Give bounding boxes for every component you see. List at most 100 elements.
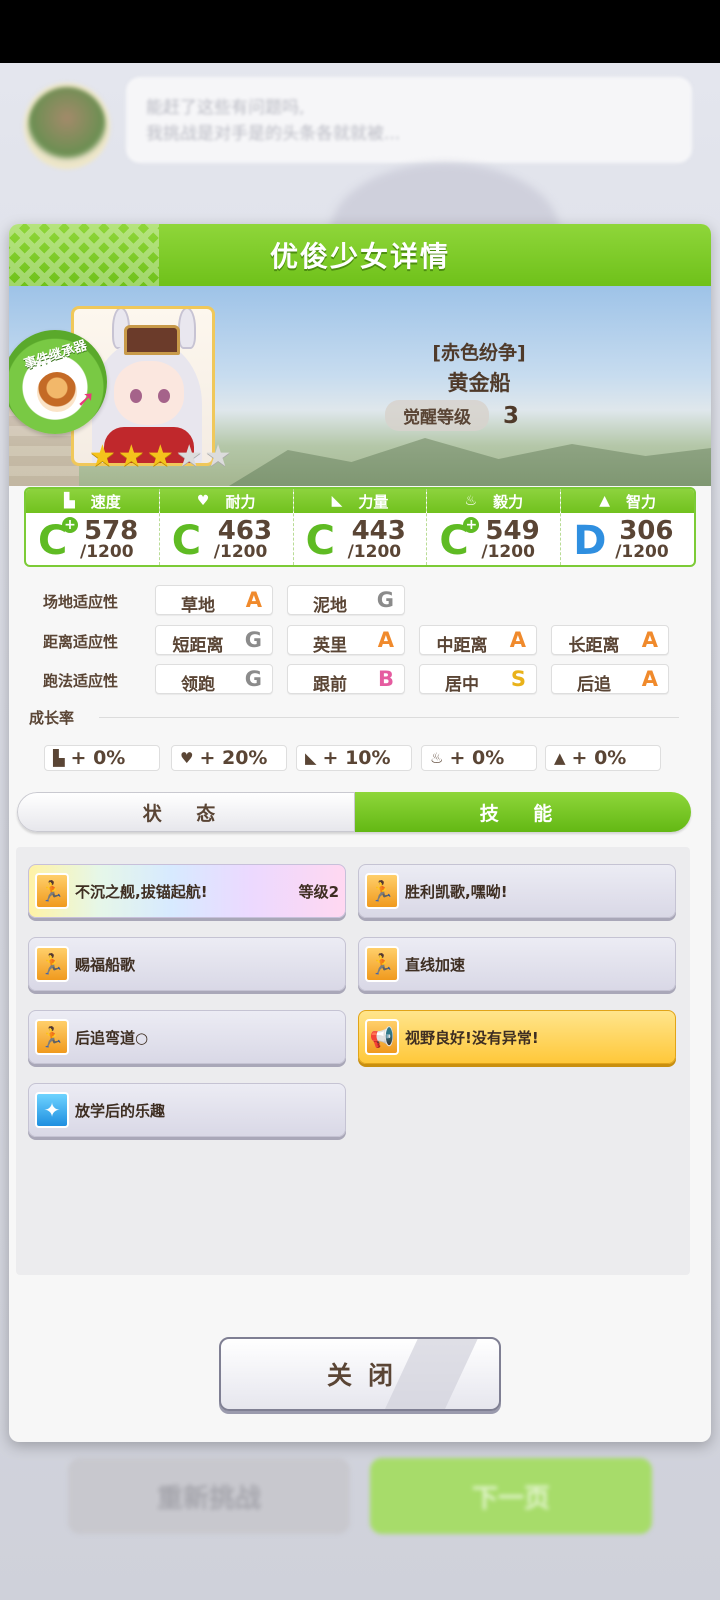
- skill-name: 赐福船歌: [75, 956, 136, 974]
- apt-grade: S: [510, 667, 526, 691]
- heart-icon: ♥: [196, 493, 210, 509]
- apt-name: 泥地: [313, 596, 347, 616]
- stat-label: 毅力: [493, 492, 524, 511]
- running-icon: 🏃: [365, 946, 399, 982]
- character-info: [赤色纷争] 黄金船: [379, 338, 579, 397]
- close-label: 关闭: [326, 1361, 409, 1390]
- uma-detail-dialog: 优俊少女详情 ★ ★ ★ ★ ★ 事件继承器 ➚ [赤色纷争] 黄金船 觉醒等级…: [9, 224, 711, 1442]
- plus-icon: +: [62, 517, 78, 533]
- growth-value: + 0%: [449, 747, 505, 769]
- growth-value: + 0%: [70, 747, 126, 769]
- apt-name: 领跑: [181, 675, 215, 695]
- character-face: [114, 361, 184, 425]
- growth-power: ◣ + 10%: [296, 745, 412, 771]
- skill-level: 等级2: [298, 883, 339, 901]
- running-icon: 🏃: [35, 1019, 69, 1055]
- speech-line-1: 能赶了这些有问题吗,: [146, 98, 305, 118]
- apt-name: 后追: [577, 675, 611, 695]
- skill-item[interactable]: 🏃 胜利凯歌,嘿呦!: [358, 864, 676, 918]
- skill-name: 放学后的乐趣: [75, 1102, 166, 1120]
- growth-stamina: ♥ + 20%: [171, 745, 287, 771]
- apt-cell: 长距离 A: [551, 625, 669, 656]
- running-icon: 🏃: [35, 946, 69, 982]
- close-button[interactable]: 关闭: [219, 1337, 501, 1411]
- apt-label: 跑法适应性: [43, 672, 119, 690]
- rarity-stars: ★ ★ ★ ★ ★: [89, 442, 232, 472]
- graduation-cap-icon: ▲: [554, 749, 566, 767]
- stat-stamina: ♥ 耐力 C 463 /1200: [159, 489, 294, 565]
- stat-max: /1200: [481, 542, 535, 562]
- stat-rank: C: [171, 518, 202, 564]
- stat-power: ◣ 力量 C 443 /1200: [293, 489, 428, 565]
- skills-panel: 🏃 不沉之舰,拔锚起航! 等级2 🏃 胜利凯歌,嘿呦! 🏃 赐福船歌 🏃 直线加…: [16, 847, 690, 1275]
- skill-name: 胜利凯歌,嘿呦!: [405, 883, 508, 901]
- growth-guts: ♨ + 0%: [421, 745, 537, 771]
- right-ear: [178, 309, 196, 349]
- running-icon: 🏃: [365, 873, 399, 909]
- apt-cell: 跟前 B: [287, 664, 405, 695]
- growth-value: + 20%: [199, 747, 268, 769]
- stat-max: /1200: [213, 542, 268, 562]
- apt-grade: G: [244, 628, 262, 652]
- tab-status[interactable]: 状 态: [17, 792, 355, 832]
- muscle-icon: ◣: [305, 749, 317, 767]
- star-filled-icon: ★: [89, 439, 116, 474]
- skill-name: 直线加速: [405, 956, 466, 974]
- apt-grade: G: [244, 667, 262, 691]
- divider: [99, 717, 679, 718]
- header-pattern: [9, 224, 159, 286]
- next-button: 下一页: [370, 1458, 652, 1534]
- stat-rank: C: [305, 518, 335, 564]
- speech-bubble: 能赶了这些有问题吗, 我挑战是对手是的头条各就就被...: [126, 77, 692, 163]
- badge-character-icon: [37, 372, 77, 412]
- skill-item[interactable]: 🏃 后追弯道○: [28, 1010, 346, 1064]
- background-mountains: [229, 438, 711, 486]
- detail-tabs: 状 态 技 能: [17, 792, 691, 832]
- retry-button: 重新挑战: [68, 1458, 350, 1534]
- next-label: 下一页: [471, 1483, 550, 1514]
- apt-cell: 泥地 G: [287, 585, 405, 616]
- stat-label: 耐力: [225, 492, 256, 511]
- track-aptitude-row: 场地适应性 草地 A 泥地 G: [29, 585, 689, 617]
- skill-name: 视野良好!没有异常!: [405, 1029, 539, 1047]
- trainer-avatar: [24, 83, 110, 169]
- apt-name: 长距离: [568, 636, 620, 656]
- dialog-title: 优俊少女详情: [269, 240, 450, 273]
- apt-label: 距离适应性: [43, 633, 119, 651]
- apt-cell: 短距离 G: [155, 625, 273, 656]
- apt-name: 草地: [181, 596, 215, 616]
- style-aptitude-row: 跑法适应性 领跑 G 跟前 B 居中 S 后追 A: [29, 664, 689, 696]
- skill-item[interactable]: ✦ 放学后的乐趣: [28, 1083, 346, 1137]
- dialog-header: 优俊少女详情: [9, 224, 711, 286]
- apt-grade: A: [641, 667, 658, 691]
- speech-line-2: 我挑战是对手是的头条各就就被...: [146, 124, 401, 144]
- apt-name: 英里: [313, 636, 347, 656]
- stat-label: 力量: [358, 492, 389, 511]
- stat-guts: ♨ 毅力 C + 549 /1200: [427, 489, 562, 565]
- heart-icon: ♥: [180, 749, 194, 767]
- stats-panel: ▙ 速度 C + 578 /1200 ♥ 耐力 C 463 /1200 ◣ 力量 C …: [24, 487, 696, 567]
- apt-name: 跟前: [313, 675, 347, 695]
- star-empty-icon: ★: [204, 439, 232, 474]
- skill-item[interactable]: 🏃 不沉之舰,拔锚起航! 等级2: [28, 864, 346, 918]
- stat-wisdom: ▲ 智力 D 306 /1200: [561, 489, 694, 565]
- awaken-level: 觉醒等级 3: [385, 400, 519, 431]
- plus-icon: +: [463, 517, 480, 533]
- skill-item[interactable]: 🏃 直线加速: [358, 937, 676, 991]
- stat-label: 智力: [625, 492, 656, 511]
- character-name: 黄金船: [447, 371, 511, 395]
- apt-name: 短距离: [172, 636, 224, 656]
- character-epithet: [赤色纷争]: [432, 342, 526, 364]
- stat-rank: D: [573, 518, 607, 564]
- running-icon: 🏃: [35, 873, 69, 909]
- growth-speed: ▙ + 0%: [44, 745, 160, 771]
- apt-grade: A: [377, 628, 394, 652]
- apt-cell: 后追 A: [551, 664, 669, 695]
- skill-item[interactable]: 📢 视野良好!没有异常!: [358, 1010, 676, 1064]
- skill-name: 不沉之舰,拔锚起航!: [75, 883, 208, 901]
- tab-skills[interactable]: 技 能: [355, 792, 691, 832]
- stat-max: /1200: [347, 542, 402, 562]
- skill-item[interactable]: 🏃 赐福船歌: [28, 937, 346, 991]
- megaphone-icon: 📢: [365, 1019, 399, 1055]
- flame-icon: ♨: [430, 749, 444, 767]
